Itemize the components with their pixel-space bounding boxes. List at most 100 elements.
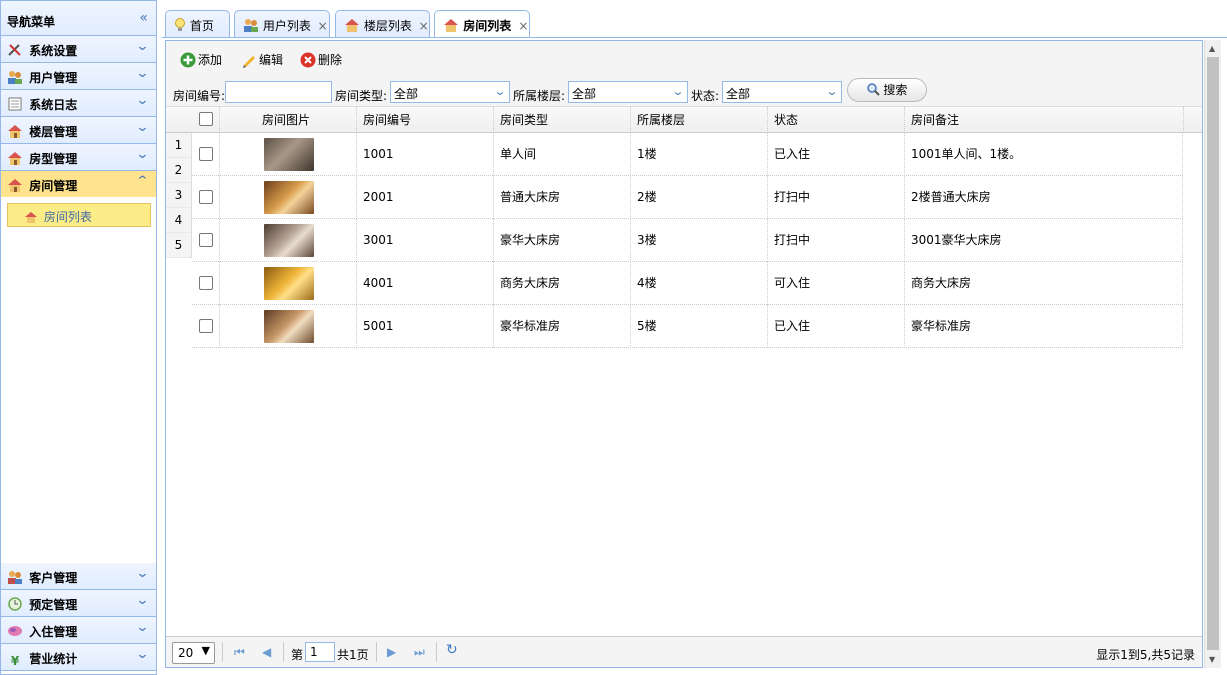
room-thumbnail[interactable] <box>264 181 314 214</box>
status-label: 状态: <box>691 89 720 103</box>
refresh-icon[interactable]: ↻ <box>446 642 458 658</box>
room-image-cell <box>220 176 357 219</box>
scrollbar-thumb[interactable] <box>1207 57 1219 650</box>
double-chevron-left-icon[interactable]: « <box>139 10 148 26</box>
prev-page-icon[interactable]: ◀ <box>262 645 271 659</box>
chevron-down-icon[interactable]: ⌄ <box>135 566 149 581</box>
col-header-note[interactable]: 房间备注 <box>905 107 1184 133</box>
table-row[interactable]: 2001 普通大床房 2楼 打扫中 2楼普通大床房 <box>192 176 1183 219</box>
nav-item-user-management[interactable]: 用户管理 ⌄ <box>1 63 156 90</box>
row-checkbox[interactable] <box>199 147 213 161</box>
chevron-down-icon[interactable]: ⌄ <box>819 82 844 102</box>
last-page-icon[interactable]: ⏭ <box>414 645 425 660</box>
nav-item-system-log[interactable]: 系统日志 ⌄ <box>1 90 156 117</box>
chevron-down-icon[interactable]: ⌄ <box>135 620 149 635</box>
users-icon <box>244 19 258 32</box>
page-number-input[interactable]: 1 <box>305 642 335 662</box>
tab-home[interactable]: 首页 <box>165 10 230 37</box>
status-cell: 已入住 <box>768 305 905 348</box>
room-type-select[interactable]: 全部 ⌄ <box>390 81 510 103</box>
row-checkbox[interactable] <box>199 319 213 333</box>
close-icon[interactable]: × <box>518 19 528 33</box>
chevron-down-icon[interactable]: ⌄ <box>135 647 149 662</box>
note-cell: 3001豪华大床房 <box>905 219 1183 262</box>
chevron-down-icon[interactable]: ⌄ <box>135 66 149 81</box>
nav-sub-item-room-list[interactable]: 房间列表 <box>7 203 151 227</box>
table-row[interactable]: 4001 商务大床房 4楼 可入住 商务大床房 <box>192 262 1183 305</box>
room-thumbnail[interactable] <box>264 138 314 171</box>
chevron-down-icon[interactable]: ⌄ <box>135 120 149 135</box>
nav-item-business-stats[interactable]: ¥ 营业统计 ⌄ <box>1 644 156 671</box>
note-cell: 1001单人间、1楼。 <box>905 133 1183 176</box>
vertical-scrollbar[interactable]: ▲ ▼ <box>1204 40 1221 668</box>
room-no-input[interactable] <box>225 81 332 103</box>
nav-item-room-management[interactable]: 房间管理 ⌃ <box>1 171 156 198</box>
house-icon <box>8 125 22 138</box>
bulb-icon <box>175 18 185 31</box>
status-cell: 打扫中 <box>768 176 905 219</box>
nav-item-customer-management[interactable]: 客户管理 ⌄ <box>1 563 156 590</box>
chevron-down-icon[interactable]: ⌄ <box>135 39 149 54</box>
first-page-icon[interactable]: ⏮ <box>234 645 245 660</box>
status-select[interactable]: 全部 ⌄ <box>722 81 842 103</box>
add-button[interactable]: 添加 <box>180 51 222 69</box>
scroll-down-icon[interactable]: ▼ <box>1209 655 1215 664</box>
nav-item-room-type-management[interactable]: 房型管理 ⌄ <box>1 144 156 171</box>
nav-item-label: 系统设置 <box>29 44 78 58</box>
col-header-room-no[interactable]: 房间编号 <box>357 107 494 133</box>
chevron-down-icon[interactable]: ⌄ <box>487 82 512 102</box>
close-icon[interactable]: × <box>318 19 328 33</box>
col-header-image[interactable]: 房间图片 <box>220 107 357 133</box>
room-type-cell: 豪华大床房 <box>494 219 631 262</box>
house-icon <box>25 212 37 223</box>
room-thumbnail[interactable] <box>264 224 314 257</box>
floor-select[interactable]: 全部 ⌄ <box>568 81 688 103</box>
row-checkbox[interactable] <box>199 233 213 247</box>
page-total: 共1页 <box>337 648 369 662</box>
floor-cell: 5楼 <box>631 305 768 348</box>
yen-icon: ¥ <box>10 654 20 668</box>
floor-label: 所属楼层: <box>513 89 566 103</box>
col-header-floor[interactable]: 所属楼层 <box>631 107 768 133</box>
room-thumbnail[interactable] <box>264 267 314 300</box>
room-type-cell: 普通大床房 <box>494 176 631 219</box>
room-no-label: 房间编号: <box>173 89 226 103</box>
nav-item-floor-management[interactable]: 楼层管理 ⌄ <box>1 117 156 144</box>
customers-icon <box>8 571 22 584</box>
room-type-value: 全部 <box>394 87 419 101</box>
select-all-checkbox[interactable] <box>199 112 213 126</box>
room-list-panel: 添加 编辑 删除 房间编号: 房间类型: 全部 ⌄ 所属楼层: 全部 ⌄ 状态:… <box>165 40 1203 668</box>
chevron-down-icon[interactable]: ⌄ <box>665 82 690 102</box>
search-button[interactable]: 搜索 <box>847 78 927 102</box>
delete-button[interactable]: 删除 <box>300 51 342 69</box>
edit-button[interactable]: 编辑 <box>241 51 283 69</box>
row-checkbox[interactable] <box>199 190 213 204</box>
nav-item-checkin-management[interactable]: 入住管理 ⌄ <box>1 617 156 644</box>
tab-room-list[interactable]: 房间列表 × <box>434 10 530 38</box>
scroll-up-icon[interactable]: ▲ <box>1209 44 1215 53</box>
table-row[interactable]: 5001 豪华标准房 5楼 已入住 豪华标准房 <box>192 305 1183 348</box>
tab-floor-list[interactable]: 楼层列表 × <box>335 10 430 37</box>
tab-user-list[interactable]: 用户列表 × <box>234 10 330 37</box>
room-thumbnail[interactable] <box>264 310 314 343</box>
table-row[interactable]: 3001 豪华大床房 3楼 打扫中 3001豪华大床房 <box>192 219 1183 262</box>
select-all-cell <box>192 107 220 133</box>
row-checkbox[interactable] <box>199 276 213 290</box>
col-header-room-type[interactable]: 房间类型 <box>494 107 631 133</box>
chevron-down-icon[interactable]: ⌄ <box>135 593 149 608</box>
chevron-up-icon[interactable]: ⌃ <box>135 174 149 189</box>
next-page-icon[interactable]: ▶ <box>387 645 396 659</box>
status-cell: 打扫中 <box>768 219 905 262</box>
pager-separator <box>376 642 377 662</box>
chevron-down-icon[interactable]: ⌄ <box>135 147 149 162</box>
col-header-status[interactable]: 状态 <box>768 107 905 133</box>
table-row[interactable]: 1001 单人间 1楼 已入住 1001单人间、1楼。 <box>192 133 1183 176</box>
room-image-cell <box>220 219 357 262</box>
nav-item-label: 楼层管理 <box>29 125 78 139</box>
nav-item-reservation-management[interactable]: 预定管理 ⌄ <box>1 590 156 617</box>
page-size-select[interactable]: 20 ▼ <box>172 642 215 664</box>
nav-item-system-settings[interactable]: 系统设置 ⌄ <box>1 36 156 63</box>
chevron-down-icon[interactable]: ⌄ <box>135 93 149 108</box>
tab-label: 房间列表 <box>463 19 512 33</box>
close-icon[interactable]: × <box>419 19 429 33</box>
